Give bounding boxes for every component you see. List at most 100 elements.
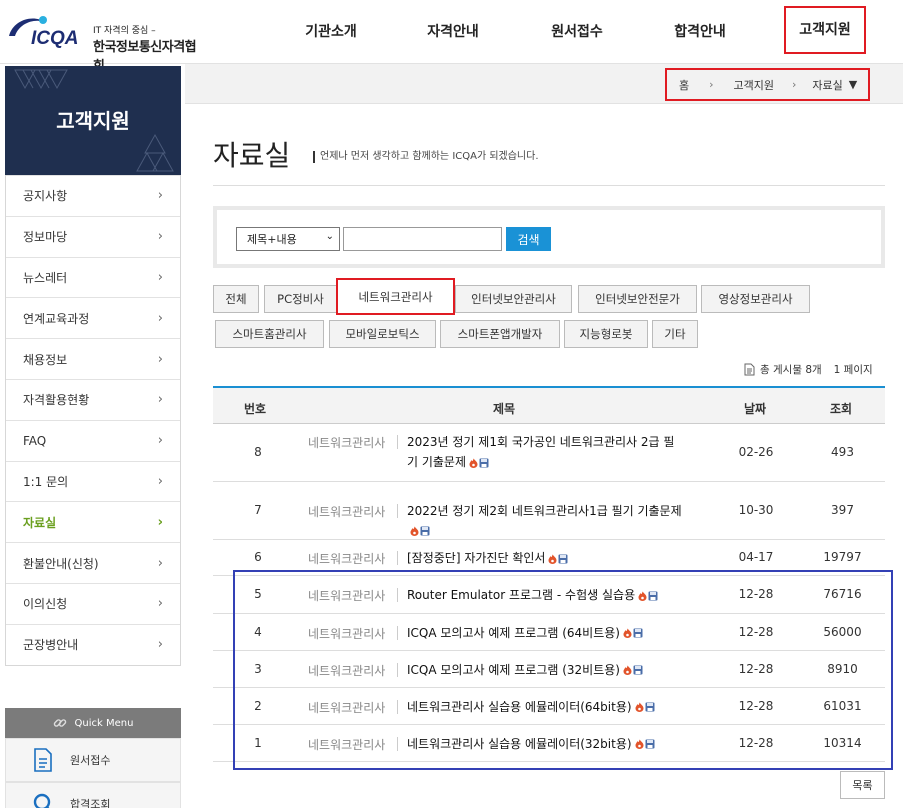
sidebar-item-notice[interactable]: 공지사항 › — [6, 175, 180, 216]
nav-results[interactable]: 합격안내 — [658, 0, 742, 64]
row-number: 3 — [254, 661, 262, 676]
sidebar-item-archive[interactable]: 자료실 › — [6, 501, 180, 542]
breadcrumb-section[interactable]: 고객지원 — [734, 77, 774, 93]
sidebar-title: 고객지원 — [5, 66, 181, 175]
breadcrumb-current[interactable]: 자료실 — [812, 77, 842, 93]
category-pc-technician[interactable]: PC정비사 — [264, 285, 337, 313]
sidebar-item-usage[interactable]: 자격활용현황 › — [6, 378, 180, 420]
nav-application[interactable]: 원서접수 — [535, 0, 619, 64]
divider — [397, 435, 398, 449]
new-flame-icon — [638, 591, 647, 601]
table-row[interactable]: 6 네트워크관리사 [잠정중단] 자가진단 확인서 04-17 19797 — [213, 540, 885, 576]
col-views: 조회 — [830, 402, 853, 416]
divider — [397, 736, 398, 751]
category-etc[interactable]: 기타 — [652, 320, 698, 348]
category-intelligent-robot[interactable]: 지능형로봇 — [564, 320, 648, 348]
chevron-right-icon: › — [157, 188, 163, 204]
breadcrumb-home[interactable]: 홈 — [679, 77, 689, 93]
sidebar-item-education[interactable]: 연계교육과정 › — [6, 297, 180, 338]
table-row[interactable]: 8 네트워크관리사 2023년 정기 제1회 국가공인 네트워크관리사 2급 필기 … — [213, 424, 885, 482]
row-views: 61031 — [823, 698, 862, 713]
table-row[interactable]: 4 네트워크관리사 ICQA 모의고사 예제 프로그램 (64비트용) 12-28 56… — [213, 614, 885, 651]
sidebar-item-label: 자격활용현황 — [23, 393, 90, 408]
sidebar-item-objection[interactable]: 이의신청 › — [6, 582, 180, 624]
row-views: 493 — [831, 445, 854, 459]
sidebar-item-inquiry[interactable]: 1:1 문의 › — [6, 460, 180, 502]
row-date: 10-30 — [738, 503, 774, 517]
post-title[interactable]: Router Emulator 프로그램 - 수험생 실습용 — [407, 588, 658, 602]
row-views: 397 — [831, 503, 854, 517]
table-row[interactable]: 1 네트워크관리사 네트워크관리사 실습용 에뮬레이터(32bit용) 12-28 10… — [213, 725, 885, 762]
divider — [397, 551, 398, 565]
post-title[interactable]: 2022년 정기 제2회 네트워크관리사1급 필기 기출문제 — [407, 504, 682, 518]
list-button[interactable]: 목록 — [840, 771, 885, 799]
category-mobile-robotics[interactable]: 모바일로보틱스 — [329, 320, 436, 348]
category-video-info-admin[interactable]: 영상정보관리사 — [701, 285, 810, 313]
row-category: 네트워크관리사 — [308, 505, 386, 519]
post-title[interactable]: [잠정중단] 자가진단 확인서 — [407, 551, 568, 565]
row-number: 4 — [254, 624, 262, 639]
category-smart-home-admin[interactable]: 스마트홈관리사 — [215, 320, 324, 348]
sidebar-item-label: 연계교육과정 — [23, 311, 90, 326]
row-number: 6 — [254, 550, 262, 564]
post-title[interactable]: 네트워크관리사 실습용 에뮬레이터(64bit용) — [407, 700, 655, 714]
quick-apply[interactable]: 원서접수 — [5, 738, 181, 782]
page-description: 언제나 먼저 생각하고 함께하는 ICQA가 되겠습니다. — [313, 151, 539, 163]
quick-menu-header: Quick Menu — [5, 708, 181, 738]
table-row[interactable]: 7 네트워크관리사 2022년 정기 제2회 네트워크관리사1급 필기 기출문제 10… — [213, 482, 885, 540]
category-smartphone-app-dev[interactable]: 스마트폰앱개발자 — [440, 320, 560, 348]
divider — [397, 625, 398, 640]
search-input[interactable] — [343, 227, 502, 251]
sidebar-item-jobs[interactable]: 채용정보 › — [6, 338, 180, 379]
row-number: 1 — [254, 735, 262, 750]
sidebar-item-label: 정보마당 — [23, 230, 68, 245]
category-network-admin[interactable]: 네트워크관리사 — [336, 278, 455, 315]
new-flame-icon — [623, 628, 632, 638]
disk-icon — [479, 458, 489, 468]
category-all[interactable]: 전체 — [213, 285, 259, 313]
category-internet-security-admin[interactable]: 인터넷보안관리사 — [455, 285, 572, 313]
chevron-right-icon: › — [157, 555, 163, 571]
search-type-value: 제목+내용 — [247, 233, 297, 246]
row-date: 12-28 — [738, 587, 774, 601]
sidebar-item-label: 1:1 문의 — [23, 474, 69, 489]
post-title[interactable]: 네트워크관리사 실습용 에뮬레이터(32bit용) — [407, 737, 655, 751]
sidebar-item-faq[interactable]: FAQ › — [6, 419, 180, 461]
post-title[interactable]: 2023년 정기 제1회 국가공인 네트워크관리사 2급 필기 기출문제 — [407, 435, 674, 469]
table-row[interactable]: 2 네트워크관리사 네트워크관리사 실습용 에뮬레이터(64bit용) 12-28 61… — [213, 688, 885, 725]
sidebar-item-military[interactable]: 군장병안내 › — [6, 623, 180, 665]
row-number: 2 — [254, 698, 262, 713]
chevron-right-icon: › — [157, 596, 163, 612]
search-button[interactable]: 검색 — [506, 227, 551, 251]
post-title[interactable]: ICQA 모의고사 예제 프로그램 (64비트용) — [407, 626, 643, 640]
quick-results[interactable]: 합격조회 — [5, 782, 181, 808]
table-row[interactable]: 3 네트워크관리사 ICQA 모의고사 예제 프로그램 (32비트용) 12-28 89… — [213, 651, 885, 688]
archive-table: 번호 제목 날짜 조회 8 네트워크관리사 2023년 정기 제1회 국가공인 네트… — [213, 386, 885, 762]
caret-down-icon[interactable]: ▼ — [849, 78, 857, 91]
table-row[interactable]: 5 네트워크관리사 Router Emulator 프로그램 - 수험생 실습용 12… — [213, 576, 885, 614]
document-icon — [34, 748, 52, 772]
sidebar-item-info[interactable]: 정보마당 › — [6, 215, 180, 257]
new-flame-icon — [548, 554, 557, 564]
sidebar-item-label: 뉴스레터 — [23, 270, 68, 285]
row-date: 12-28 — [738, 624, 774, 639]
sidebar-item-newsletter[interactable]: 뉴스레터 › — [6, 256, 180, 298]
page-count: 1 페이지 — [833, 364, 873, 376]
new-flame-icon — [410, 526, 419, 536]
sidebar-item-label: FAQ — [23, 433, 47, 448]
sidebar-item-refund[interactable]: 환불안내(신청) › — [6, 542, 180, 583]
category-internet-security-expert[interactable]: 인터넷보안전문가 — [578, 285, 697, 313]
site-logo[interactable]: ICQA IT 자격의 중심 – 한국정보통신자격협회 — [5, 10, 200, 74]
nav-support[interactable]: 고객지원 — [784, 6, 866, 54]
nav-certification[interactable]: 자격안내 — [411, 0, 495, 64]
chevron-right-icon: › — [157, 514, 163, 530]
row-views: 19797 — [823, 550, 862, 564]
row-number: 5 — [254, 587, 262, 601]
nav-about[interactable]: 기관소개 — [289, 0, 373, 64]
col-title: 제목 — [493, 402, 516, 416]
attachment-icons — [635, 702, 644, 712]
attachment-icons — [638, 591, 647, 601]
post-title[interactable]: ICQA 모의고사 예제 프로그램 (32비트용) — [407, 663, 643, 677]
page-title: 자료실 — [213, 139, 291, 172]
search-type-select[interactable]: 제목+내용 ⌄ — [236, 227, 340, 251]
